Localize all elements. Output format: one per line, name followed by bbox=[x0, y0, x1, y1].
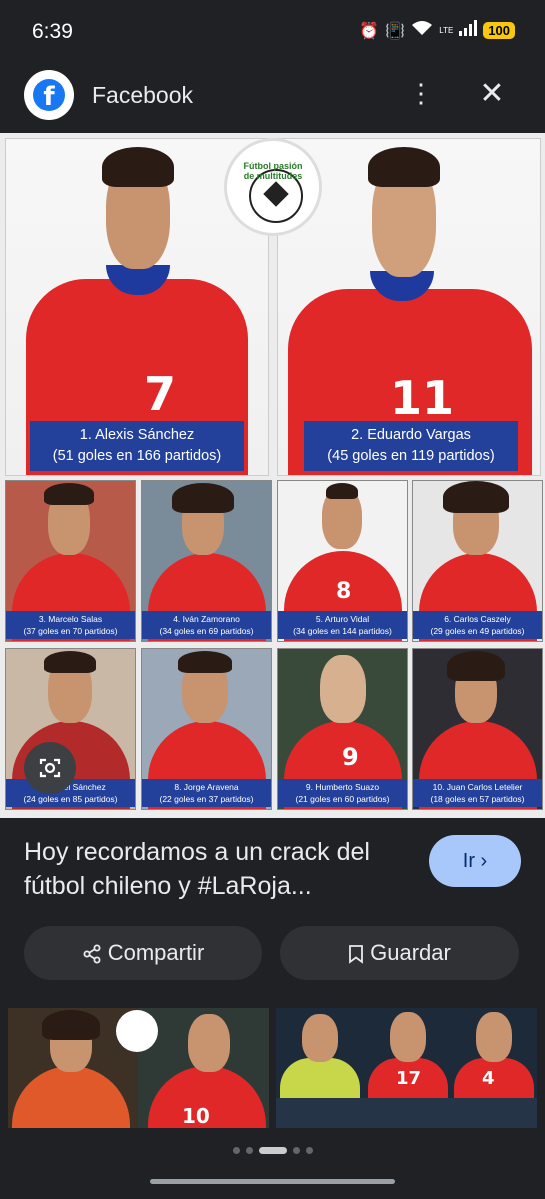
jersey-number: 7 bbox=[144, 367, 177, 421]
logo: Fútbol pasión de multitudes bbox=[224, 138, 322, 236]
bookmark-icon bbox=[349, 945, 364, 964]
facebook-icon: f bbox=[33, 79, 65, 112]
player-card: 8 5. Arturo Vidal (34 goles en 144 parti… bbox=[277, 480, 408, 642]
wifi-icon bbox=[411, 20, 433, 41]
vibrate-icon: 📳 bbox=[385, 22, 406, 40]
player-caption: 6. Carlos Caszely (29 goles en 49 partid… bbox=[413, 611, 542, 639]
alarm-icon: ⏰ bbox=[359, 22, 380, 40]
source-avatar[interactable]: f bbox=[24, 70, 74, 120]
status-icons: ⏰ 📳 LTE 100 bbox=[359, 20, 515, 41]
player-caption: 9. Humberto Suazo (21 goles en 60 partid… bbox=[278, 779, 407, 807]
player-card: 6. Carlos Caszely (29 goles en 49 partid… bbox=[412, 480, 543, 642]
share-button[interactable]: Compartir bbox=[24, 926, 262, 980]
source-name[interactable]: Facebook bbox=[92, 82, 193, 109]
network-type: LTE bbox=[439, 25, 454, 35]
player-caption: 8. Jorge Aravena (22 goles en 37 partido… bbox=[142, 779, 271, 807]
page-indicator bbox=[0, 1142, 545, 1160]
related-image[interactable]: 10 bbox=[8, 1008, 269, 1128]
lens-icon bbox=[39, 758, 61, 778]
save-button[interactable]: Guardar bbox=[280, 926, 519, 980]
logo bbox=[116, 1010, 158, 1052]
player-caption: 1. Alexis Sánchez (51 goles en 166 parti… bbox=[30, 421, 244, 471]
battery-icon: 100 bbox=[483, 22, 515, 39]
visit-button[interactable]: Ir › bbox=[429, 835, 521, 887]
player-caption: 4. Iván Zamorano (34 goles en 69 partido… bbox=[142, 611, 271, 639]
player-card: 4. Iván Zamorano (34 goles en 69 partido… bbox=[141, 480, 272, 642]
player-card: 9 9. Humberto Suazo (21 goles en 60 part… bbox=[277, 648, 408, 810]
more-options-icon[interactable]: ⋮ bbox=[408, 78, 434, 112]
share-icon bbox=[83, 944, 101, 964]
player-card: 7. Leonel Sánchez (24 goles en 85 partid… bbox=[5, 648, 136, 810]
chevron-right-icon: › bbox=[480, 850, 488, 872]
related-image[interactable]: 17 4 bbox=[276, 1008, 537, 1128]
status-bar: 6:39 ⏰ 📳 LTE 100 bbox=[0, 0, 545, 66]
image-caption[interactable]: Hoy recordamos a un crack del fútbol chi… bbox=[24, 835, 404, 903]
clock: 6:39 bbox=[32, 20, 73, 43]
google-lens-button[interactable] bbox=[24, 742, 76, 794]
player-caption: 2. Eduardo Vargas (45 goles en 119 parti… bbox=[304, 421, 518, 471]
signal-icon bbox=[459, 20, 478, 41]
player-card: 10. Juan Carlos Letelier (18 goles en 57… bbox=[412, 648, 543, 810]
player-caption: 10. Juan Carlos Letelier (18 goles en 57… bbox=[413, 779, 542, 807]
player-card: 3. Marcelo Salas (37 goles en 70 partido… bbox=[5, 480, 136, 642]
player-caption: 3. Marcelo Salas (37 goles en 70 partido… bbox=[6, 611, 135, 639]
player-card: 8. Jorge Aravena (22 goles en 37 partido… bbox=[141, 648, 272, 810]
player-caption: 5. Arturo Vidal (34 goles en 144 partido… bbox=[278, 611, 407, 639]
gesture-bar[interactable] bbox=[150, 1179, 395, 1184]
jersey-number: 11 bbox=[390, 371, 455, 425]
close-icon[interactable]: ✕ bbox=[474, 76, 510, 112]
viewer-top-bar: f Facebook ⋮ ✕ bbox=[0, 66, 545, 126]
main-image[interactable]: 7 1. Alexis Sánchez (51 goles en 166 par… bbox=[0, 133, 545, 818]
